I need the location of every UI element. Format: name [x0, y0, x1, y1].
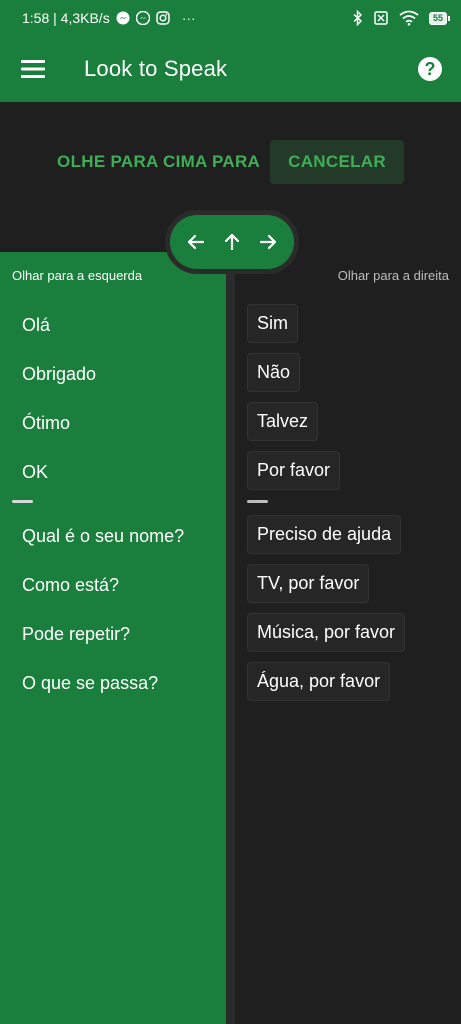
wifi-icon: [399, 10, 419, 26]
status-time-speed: 1:58 | 4,3KB/s: [22, 10, 110, 26]
right-phrase-chip[interactable]: Música, por favor: [247, 613, 406, 652]
right-panel-caption: Olhar para a direita: [337, 268, 449, 283]
right-phrase-chip[interactable]: Talvez: [247, 402, 319, 441]
right-phrase-chip[interactable]: Não: [247, 353, 301, 392]
cancel-button[interactable]: CANCELAR: [270, 140, 404, 184]
right-phrase-chip[interactable]: TV, por favor: [247, 564, 370, 603]
right-group-divider: [247, 500, 268, 503]
bluetooth-icon: [353, 10, 363, 26]
left-phrase-panel[interactable]: Olhar para a esquerda Olá Obrigado Ótimo…: [0, 252, 226, 1024]
arrow-left-icon[interactable]: [181, 227, 211, 257]
right-phrase-panel[interactable]: Olhar para a direita Sim Não Talvez Por …: [235, 252, 461, 1024]
hamburger-icon: [21, 60, 45, 78]
status-left: 1:58 | 4,3KB/s ···: [22, 10, 353, 26]
menu-button[interactable]: [0, 36, 66, 102]
help-icon: ?: [418, 57, 442, 81]
left-phrase-item[interactable]: O que se passa?: [22, 673, 158, 694]
arrow-right-icon[interactable]: [253, 227, 283, 257]
look-up-prompt: OLHE PARA CIMA PARA: [57, 152, 261, 171]
left-phrase-item[interactable]: OK: [22, 462, 48, 483]
left-panel-caption: Olhar para a esquerda: [12, 268, 143, 283]
messenger-icon: [116, 11, 130, 25]
gaze-direction-indicator: [165, 210, 299, 274]
right-phrase-chip[interactable]: Água, por favor: [247, 662, 391, 701]
arrow-up-icon[interactable]: [217, 227, 247, 257]
gaze-direction-pill: [170, 215, 294, 269]
app-title: Look to Speak: [84, 56, 228, 81]
look-up-row: OLHE PARA CIMA PARA CANCELAR: [0, 140, 461, 184]
panel-divider: [226, 252, 235, 1024]
messenger-icon-2: [135, 11, 150, 25]
status-bar: 1:58 | 4,3KB/s ··· 55: [0, 0, 461, 36]
instagram-icon: [155, 11, 170, 25]
more-notifications-dots: ···: [181, 10, 196, 26]
left-phrase-item[interactable]: Ótimo: [22, 413, 70, 434]
right-phrase-chip[interactable]: Preciso de ajuda: [247, 515, 402, 554]
left-phrase-item[interactable]: Pode repetir?: [22, 624, 130, 645]
left-phrase-item[interactable]: Qual é o seu nome?: [22, 526, 184, 547]
status-right: 55: [353, 10, 451, 26]
left-group-divider: [12, 500, 33, 503]
right-phrase-chip[interactable]: Sim: [247, 304, 298, 343]
no-sim-icon: [373, 11, 389, 25]
left-phrase-item[interactable]: Olá: [22, 315, 50, 336]
left-phrase-item[interactable]: Como está?: [22, 575, 119, 596]
right-phrase-chip[interactable]: Por favor: [247, 451, 341, 490]
help-button[interactable]: ?: [399, 36, 461, 102]
battery-icon: 55: [428, 11, 451, 25]
left-phrase-item[interactable]: Obrigado: [22, 364, 96, 385]
app-bar: Look to Speak ?: [0, 36, 461, 102]
